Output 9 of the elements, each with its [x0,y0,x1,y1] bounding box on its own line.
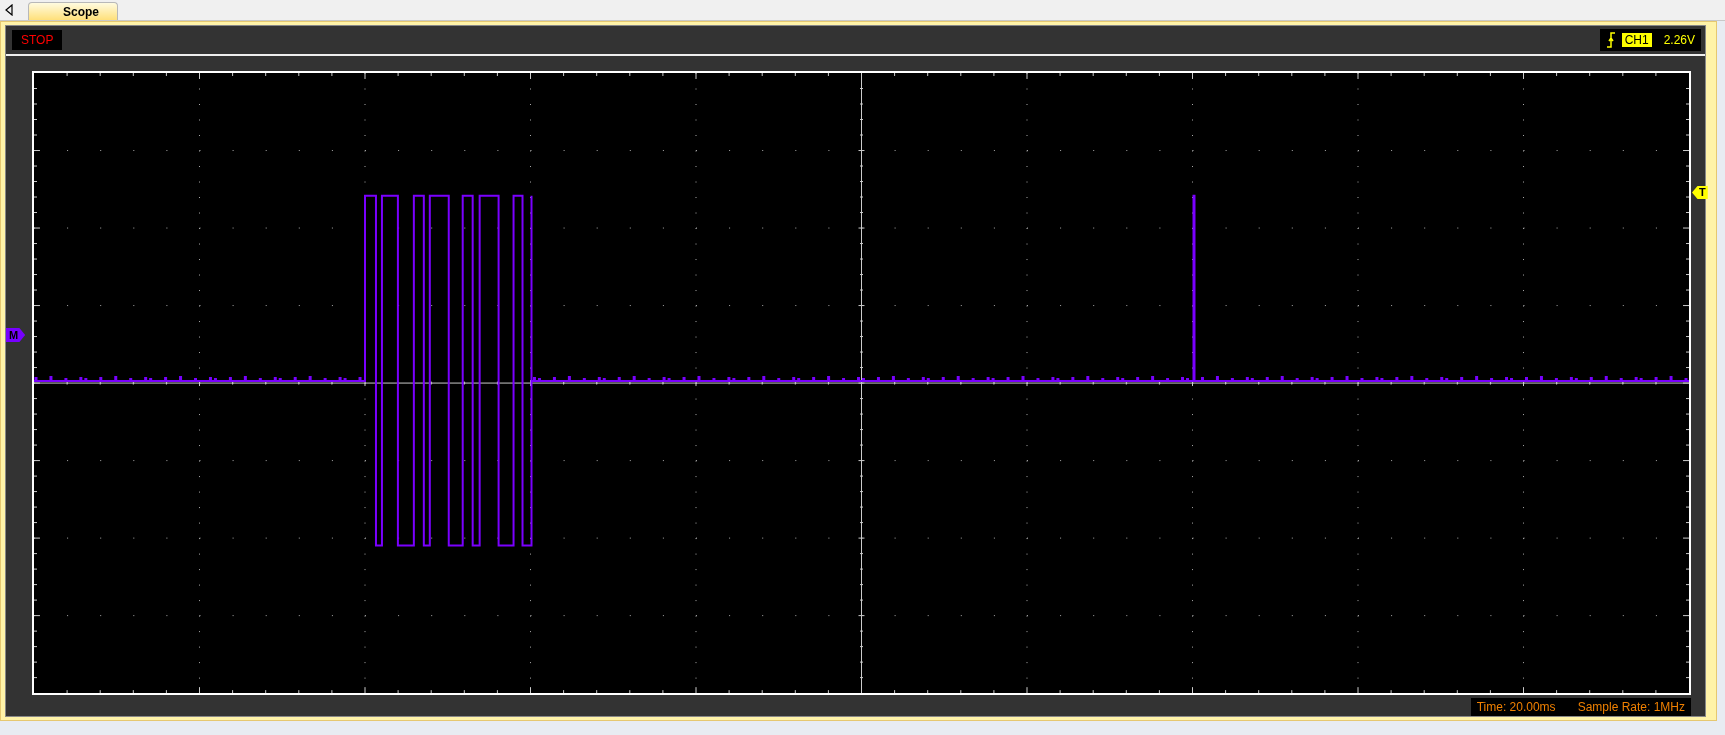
trigger-marker[interactable]: T [1692,185,1708,199]
time-base-reading: Time: 20.00ms [1476,700,1556,714]
sample-rate-reading: Sample Rate: 1MHz [1577,700,1685,714]
scroll-left-icon[interactable] [4,4,14,16]
scope-tab[interactable]: Scope [28,2,118,20]
trigger-level: 2.26V [1663,32,1695,47]
run-state-indicator: STOP [12,29,63,50]
rising-edge-icon [1605,31,1616,48]
channel-label: CH1 [1621,32,1652,47]
